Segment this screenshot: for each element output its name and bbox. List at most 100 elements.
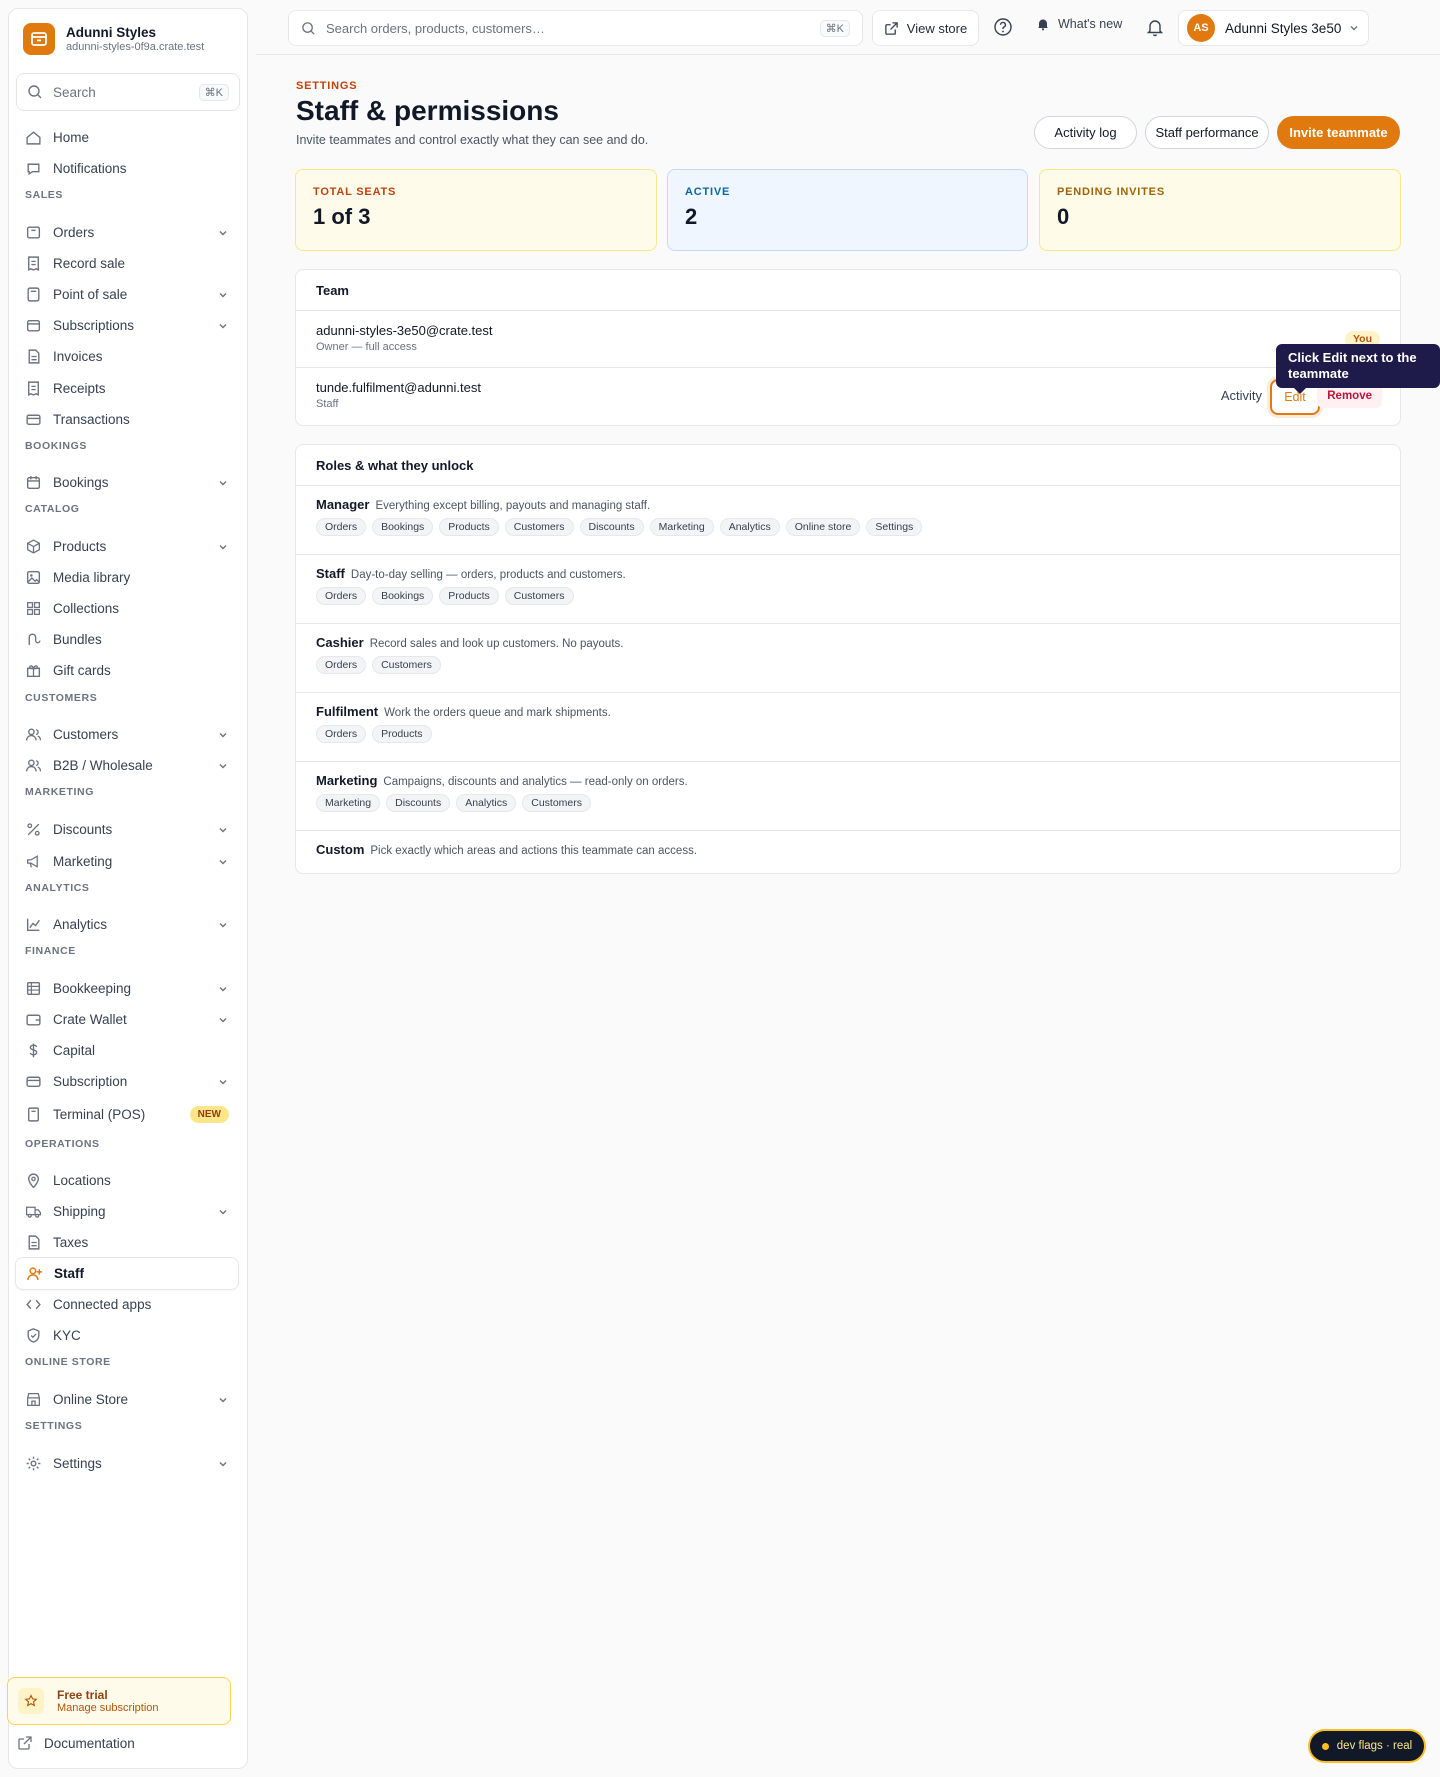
chevron-down-icon bbox=[219, 827, 227, 832]
top-bar: Search orders, products, customers… ⌘K V… bbox=[256, 0, 1440, 55]
sidebar-item-record-sale[interactable]: Record sale bbox=[15, 247, 239, 280]
help-icon[interactable] bbox=[993, 17, 1013, 37]
sidebar-item-receipts[interactable]: Receipts bbox=[15, 372, 239, 405]
home-icon bbox=[26, 131, 41, 145]
sidebar-item-gift-cards[interactable]: Gift cards bbox=[15, 654, 239, 687]
card-icon bbox=[26, 414, 41, 425]
dev-flags-label: dev flags · real bbox=[1336, 1740, 1413, 1752]
stat-label: PENDING INVITES bbox=[1057, 186, 1165, 198]
role-name: Manager bbox=[316, 497, 370, 512]
sidebar-search[interactable]: Search ⌘K bbox=[16, 73, 240, 111]
sidebar-item-products[interactable]: Products bbox=[15, 530, 239, 563]
member-email: adunni-styles-3e50@crate.test bbox=[316, 323, 493, 338]
chevron-down-icon bbox=[1350, 26, 1358, 31]
sidebar-item-kyc[interactable]: KYC bbox=[15, 1319, 239, 1352]
chevron-down-icon bbox=[219, 1209, 227, 1214]
sidebar-item-label: Bookkeeping bbox=[53, 981, 132, 996]
sidebar-item-crate-wallet[interactable]: Crate Wallet bbox=[15, 1003, 239, 1036]
permission-chip: Orders bbox=[316, 725, 367, 743]
sidebar-item-orders[interactable]: Orders bbox=[15, 216, 239, 249]
documentation-link[interactable]: Documentation bbox=[17, 1735, 135, 1751]
free-trial-card[interactable]: Free trial Manage subscription bbox=[7, 1677, 231, 1725]
sidebar-item-bookings[interactable]: Bookings bbox=[15, 466, 239, 499]
roles-list: Manager Everything except billing, payout… bbox=[296, 486, 1400, 873]
truck-icon bbox=[25, 1206, 42, 1218]
chevron-down-icon bbox=[219, 323, 227, 328]
sidebar-item-customers[interactable]: Customers bbox=[15, 718, 239, 751]
sidebar-item-subscriptions[interactable]: Subscriptions bbox=[15, 309, 239, 342]
sidebar-item-label: Staff bbox=[54, 1266, 84, 1281]
sidebar-item-label: Discounts bbox=[53, 822, 113, 837]
sidebar-item-terminal-pos[interactable]: Terminal (POS) NEW bbox=[15, 1098, 239, 1131]
team-member-row: adunni-styles-3e50@crate.test Owner — fu… bbox=[296, 311, 1400, 368]
sidebar-item-shipping[interactable]: Shipping bbox=[15, 1195, 239, 1228]
sidebar-item-locations[interactable]: Locations bbox=[15, 1164, 239, 1197]
member-activity-link[interactable]: Activity bbox=[1221, 388, 1262, 403]
sidebar-item-label: Bundles bbox=[53, 632, 102, 647]
sidebar-item-media-library[interactable]: Media library bbox=[15, 561, 239, 594]
sidebar-item-taxes[interactable]: Taxes bbox=[15, 1226, 239, 1259]
staff-performance-button[interactable]: Staff performance bbox=[1145, 116, 1269, 149]
documentation-label: Documentation bbox=[44, 1735, 135, 1751]
receipt-icon bbox=[28, 381, 39, 396]
sidebar-item-marketing[interactable]: Marketing bbox=[15, 845, 239, 878]
bell-icon bbox=[1038, 19, 1048, 31]
sidebar-item-label: Gift cards bbox=[53, 663, 111, 678]
whats-new-button[interactable]: What's new bbox=[1036, 17, 1122, 31]
sidebar-search-placeholder: Search bbox=[53, 84, 96, 100]
sidebar-section-label: SALES bbox=[25, 189, 64, 201]
member-role: Owner — full access bbox=[316, 341, 417, 353]
dev-flags-pill[interactable]: dev flags · real bbox=[1308, 1729, 1426, 1763]
sidebar-item-connected-apps[interactable]: Connected apps bbox=[15, 1288, 239, 1321]
invite-teammate-button[interactable]: Invite teammate bbox=[1277, 116, 1400, 149]
sidebar-item-capital[interactable]: Capital bbox=[15, 1034, 239, 1067]
brand-subdomain: adunni-styles-0f9a.crate.test bbox=[66, 40, 205, 53]
notifications-bell-icon[interactable] bbox=[1145, 17, 1165, 37]
sidebar-item-label: B2B / Wholesale bbox=[53, 758, 153, 773]
chevron-down-icon bbox=[219, 230, 227, 235]
sidebar-item-notifications[interactable]: Notifications bbox=[15, 152, 239, 185]
stat-pending-invites: PENDING INVITES 0 bbox=[1039, 169, 1401, 251]
sidebar-item-discounts[interactable]: Discounts bbox=[15, 813, 239, 846]
sidebar-item-staff[interactable]: Staff bbox=[15, 1257, 239, 1290]
sidebar-item-label: Locations bbox=[53, 1173, 111, 1188]
permission-chip: Analytics bbox=[719, 518, 780, 536]
sidebar-item-bundles[interactable]: Bundles bbox=[15, 623, 239, 656]
store-logo-icon bbox=[23, 23, 55, 55]
team-member-row: tunde.fulfilment@adunni.test Staff Activ… bbox=[296, 368, 1400, 425]
sidebar-item-collections[interactable]: Collections bbox=[15, 592, 239, 625]
chevron-down-icon bbox=[219, 986, 227, 991]
role-description: Work the orders queue and mark shipments… bbox=[384, 707, 611, 719]
sidebar-item-bookkeeping[interactable]: Bookkeeping bbox=[15, 972, 239, 1005]
global-search-input[interactable]: Search orders, products, customers… ⌘K bbox=[288, 10, 863, 46]
sidebar-item-label: Subscriptions bbox=[53, 318, 135, 333]
view-store-button[interactable]: View store bbox=[872, 10, 979, 46]
chevron-down-icon bbox=[219, 544, 227, 549]
stat-label: TOTAL SEATS bbox=[313, 186, 397, 198]
whats-new-label: What's new bbox=[1058, 17, 1123, 31]
role-row: Manager Everything except billing, payout… bbox=[296, 486, 1400, 555]
box-icon bbox=[26, 226, 41, 239]
sidebar-item-invoices[interactable]: Invoices bbox=[15, 340, 239, 373]
shortcut-hint: ⌘K bbox=[819, 19, 850, 37]
sidebar-item-b2b-wholesale[interactable]: B2B / Wholesale bbox=[15, 749, 239, 782]
sidebar-item-label: Settings bbox=[53, 1456, 102, 1471]
chevron-down-icon bbox=[219, 1079, 227, 1084]
activity-log-button[interactable]: Activity log bbox=[1034, 116, 1137, 149]
brand-switcher[interactable]: Adunni Styles adunni-styles-0f9a.crate.t… bbox=[9, 9, 247, 67]
account-menu[interactable]: AS Adunni Styles 3e50 bbox=[1178, 10, 1369, 46]
subscription-icon bbox=[26, 320, 41, 332]
sidebar-item-transactions[interactable]: Transactions bbox=[15, 403, 239, 436]
chevron-down-icon bbox=[219, 1461, 227, 1466]
sidebar-item-settings[interactable]: Settings bbox=[15, 1447, 239, 1480]
sidebar-item-point-of-sale[interactable]: Point of sale bbox=[15, 278, 239, 311]
users-icon bbox=[25, 759, 42, 772]
sidebar-item-home[interactable]: Home bbox=[15, 121, 239, 154]
manage-subscription-link[interactable]: Manage subscription bbox=[57, 1702, 159, 1715]
sidebar-item-online-store[interactable]: Online Store bbox=[15, 1383, 239, 1416]
dollar-icon bbox=[29, 1043, 38, 1058]
bundle-icon bbox=[28, 633, 41, 645]
sidebar-item-analytics[interactable]: Analytics bbox=[15, 908, 239, 941]
sidebar-item-subscription[interactable]: Subscription bbox=[15, 1065, 239, 1098]
external-link-icon bbox=[884, 21, 898, 35]
